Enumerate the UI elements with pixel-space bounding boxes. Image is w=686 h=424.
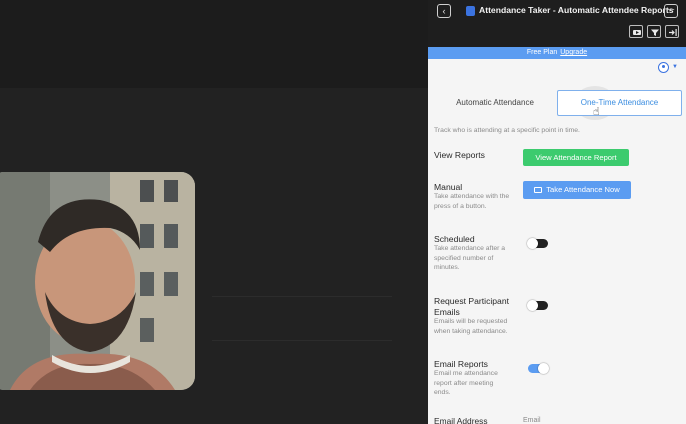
caret-down-icon: ▼	[672, 64, 678, 70]
free-plan-banner: Free Plan Upgrade	[428, 47, 686, 59]
email-address-label: Email Address	[434, 416, 488, 424]
background-line	[212, 340, 392, 341]
take-attendance-now-button[interactable]: Take Attendance Now	[523, 181, 631, 199]
manual-description: Take attendance with the press of a butt…	[434, 193, 510, 210]
view-attendance-report-button[interactable]: View Attendance Report	[523, 149, 629, 166]
ellipsis-icon[interactable]: ···	[664, 4, 678, 18]
user-avatar-icon	[658, 62, 669, 73]
section-description: Track who is attending at a specific poi…	[434, 127, 580, 134]
app-title: Attendance Taker - Automatic Attendee Re…	[479, 5, 674, 15]
scheduled-label: Scheduled	[434, 234, 475, 244]
toggle-knob	[527, 238, 538, 249]
hand-pointer-icon: ☝	[593, 106, 600, 118]
request-emails-description: Emails will be requested when taking att…	[434, 318, 508, 335]
participant-photo	[0, 172, 195, 390]
upgrade-link[interactable]: Upgrade	[560, 49, 587, 56]
take-attendance-label: Take Attendance Now	[546, 185, 620, 194]
video-top-strip	[0, 0, 428, 88]
scheduled-toggle[interactable]	[527, 238, 548, 249]
attendance-app-panel: ‹ Attendance Taker - Automatic Attendee …	[428, 0, 686, 424]
tab-automatic-attendance[interactable]: Automatic Attendance	[438, 90, 552, 116]
request-emails-toggle[interactable]	[527, 300, 548, 311]
request-emails-label: Request Participant Emails	[434, 296, 509, 317]
email-input[interactable]: Email	[523, 417, 541, 424]
video-icon[interactable]	[629, 25, 643, 38]
plan-label: Free Plan	[526, 49, 558, 56]
email-reports-label: Email Reports	[434, 359, 488, 369]
chevron-left-icon[interactable]: ‹	[437, 4, 451, 18]
view-reports-label: View Reports	[434, 150, 485, 160]
toggle-knob	[527, 300, 538, 311]
app-logo-icon	[466, 6, 475, 16]
background-line	[212, 296, 392, 297]
calendar-icon	[534, 186, 543, 193]
app-titlebar: ‹ Attendance Taker - Automatic Attendee …	[428, 0, 686, 47]
toggle-knob	[538, 363, 549, 374]
filter-icon[interactable]	[647, 25, 661, 38]
email-reports-toggle[interactable]	[528, 363, 549, 374]
scheduled-description: Take attendance after a specified number…	[434, 245, 506, 272]
exit-panel-icon[interactable]	[665, 25, 679, 38]
screen: ‹ Attendance Taker - Automatic Attendee …	[0, 0, 686, 424]
account-menu[interactable]: ▼	[658, 62, 680, 74]
tab-one-time-attendance[interactable]: One-Time Attendance	[557, 90, 682, 116]
email-reports-description: Email me attendance report after meeting…	[434, 370, 498, 397]
meeting-video-area	[0, 0, 428, 424]
manual-label: Manual	[434, 182, 463, 192]
participant-video-tile[interactable]	[0, 172, 195, 390]
